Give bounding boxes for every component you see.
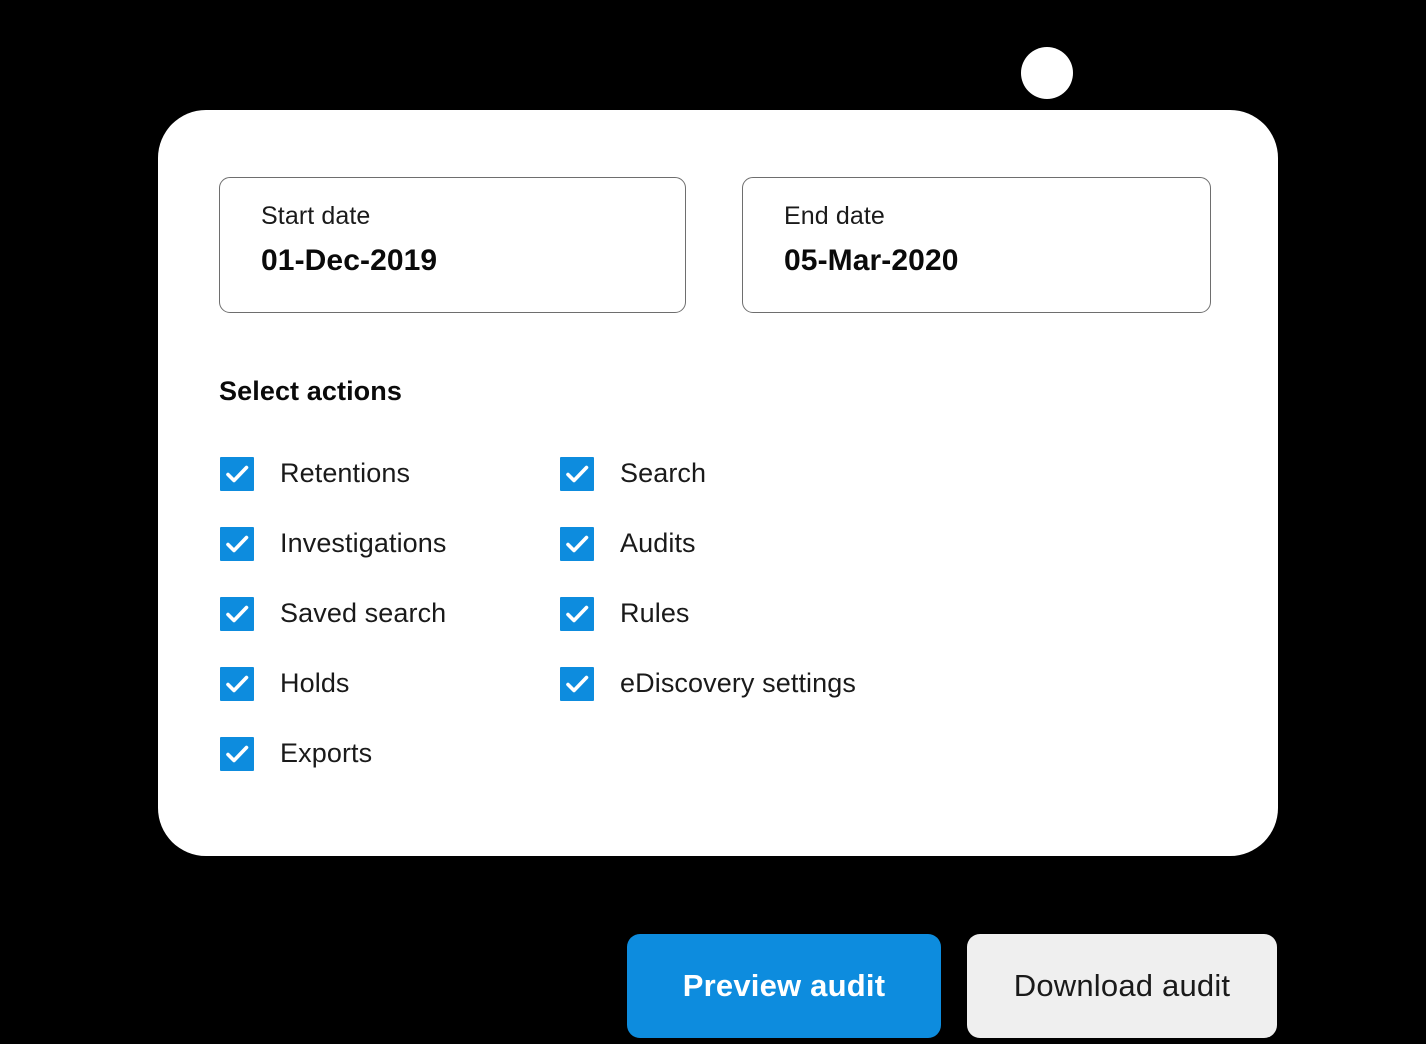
notch-circle-icon [1021,47,1073,99]
checkbox-ediscovery-settings[interactable] [560,667,594,701]
checkbox-label-holds: Holds [280,668,350,698]
end-date-value: 05-Mar-2020 [784,244,959,277]
checkbox-label-investigations: Investigations [280,528,447,558]
checkbox-label-audits: Audits [620,528,696,558]
checkmark-icon [226,745,249,763]
checkbox-label-saved-search: Saved search [280,598,447,628]
checkmark-icon [566,605,589,623]
checkbox-column-right: Search Audits Rules eDiscovery settings [560,456,856,736]
checkmark-icon [226,465,249,483]
checkbox-exports[interactable] [220,737,254,771]
preview-audit-button[interactable]: Preview audit [627,934,941,1038]
checkbox-investigations[interactable] [220,527,254,561]
checkbox-column-left: Retentions Investigations Saved search H… [220,456,447,806]
checkmark-icon [226,675,249,693]
checkbox-label-exports: Exports [280,738,373,768]
checkbox-row-saved-search[interactable]: Saved search [220,596,447,666]
checkmark-icon [566,675,589,693]
checkbox-row-search[interactable]: Search [560,456,856,526]
start-date-field[interactable]: Start date 01-Dec-2019 [219,177,686,313]
start-date-value: 01-Dec-2019 [261,244,438,277]
checkbox-row-retentions[interactable]: Retentions [220,456,447,526]
checkbox-retentions[interactable] [220,457,254,491]
checkbox-row-holds[interactable]: Holds [220,666,447,736]
screen-root: Start date 01-Dec-2019 End date 05-Mar-2… [0,0,1426,1044]
download-audit-button[interactable]: Download audit [967,934,1277,1038]
audit-card: Start date 01-Dec-2019 End date 05-Mar-2… [158,110,1278,856]
checkbox-row-ediscovery-settings[interactable]: eDiscovery settings [560,666,856,736]
checkmark-icon [566,535,589,553]
checkbox-saved-search[interactable] [220,597,254,631]
checkbox-audits[interactable] [560,527,594,561]
end-date-label: End date [784,202,885,230]
checkbox-label-search: Search [620,458,707,488]
checkbox-label-ediscovery-settings: eDiscovery settings [620,668,856,698]
checkbox-holds[interactable] [220,667,254,701]
checkbox-label-retentions: Retentions [280,458,411,488]
checkbox-rules[interactable] [560,597,594,631]
checkbox-search[interactable] [560,457,594,491]
checkbox-row-investigations[interactable]: Investigations [220,526,447,596]
checkbox-label-rules: Rules [620,598,690,628]
checkbox-row-audits[interactable]: Audits [560,526,856,596]
end-date-field[interactable]: End date 05-Mar-2020 [742,177,1211,313]
checkmark-icon [226,605,249,623]
checkmark-icon [226,535,249,553]
select-actions-heading: Select actions [219,376,402,406]
start-date-label: Start date [261,202,371,230]
checkbox-row-rules[interactable]: Rules [560,596,856,666]
checkmark-icon [566,465,589,483]
checkbox-row-exports[interactable]: Exports [220,736,447,806]
